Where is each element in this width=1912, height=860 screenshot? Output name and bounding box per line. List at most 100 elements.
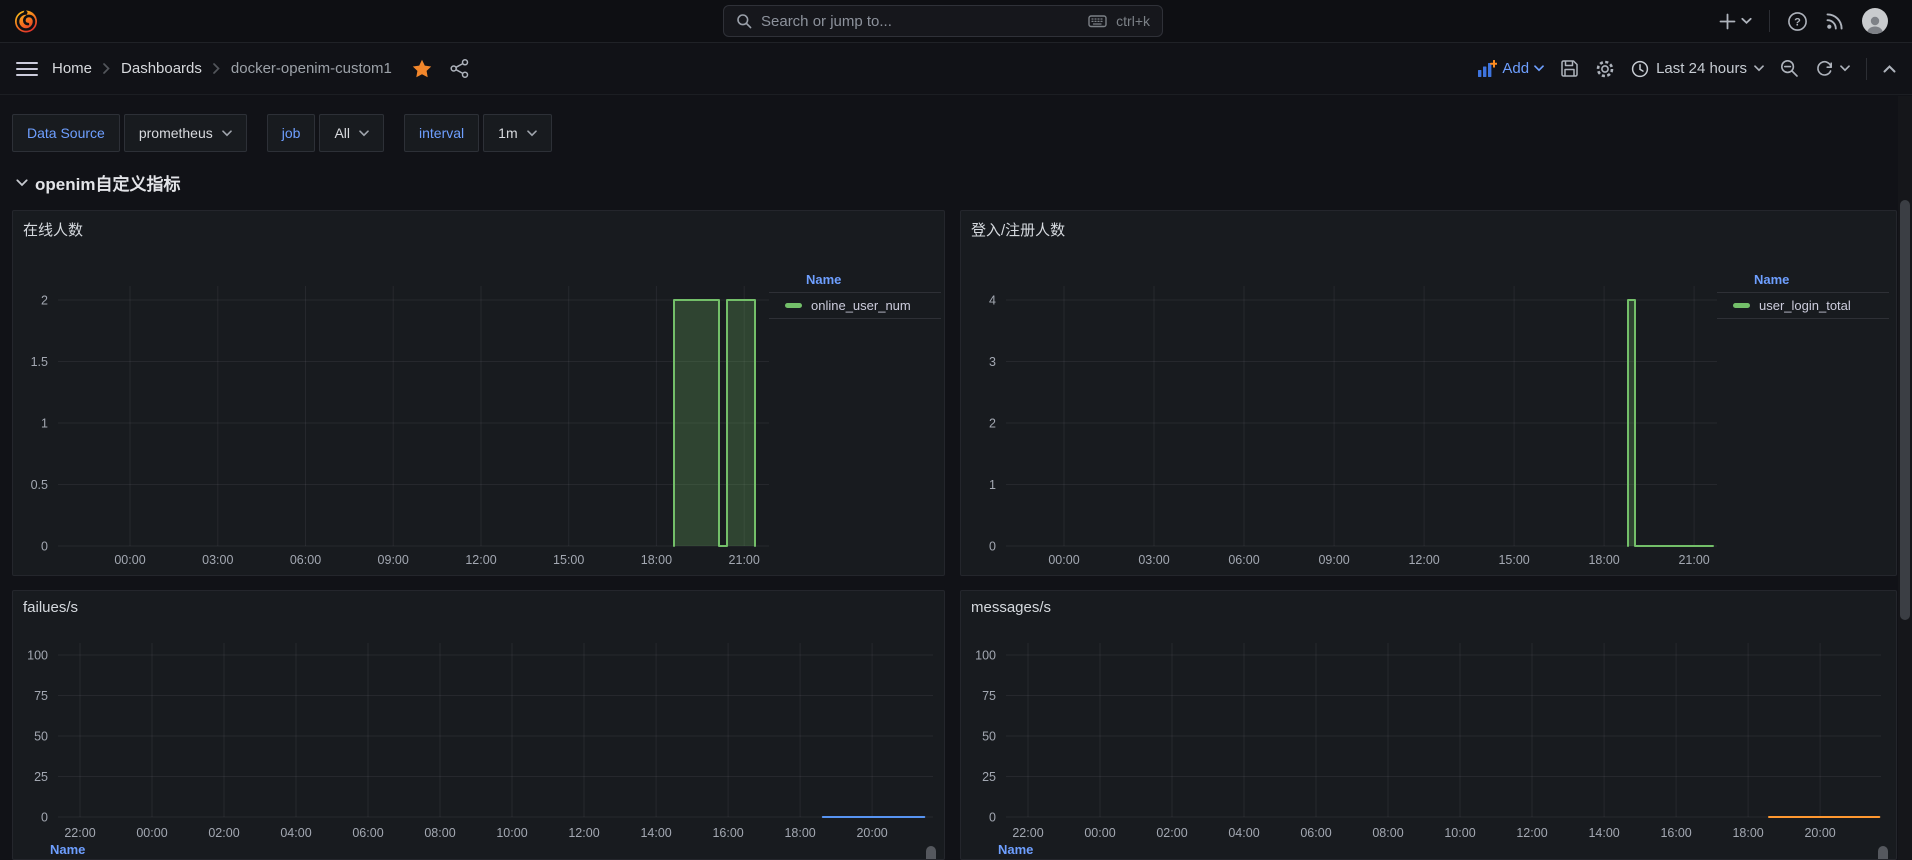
svg-text:04:00: 04:00 (1228, 826, 1259, 840)
variable-value-datasource[interactable]: prometheus (124, 114, 247, 152)
svg-text:25: 25 (982, 770, 996, 784)
dashboard-variables: Data Source prometheus job All interval … (12, 114, 552, 152)
save-dashboard-button[interactable] (1560, 59, 1579, 78)
row-title: openim自定义指标 (35, 170, 180, 195)
gear-icon (1595, 59, 1615, 79)
legend-item[interactable]: user_login_total (1717, 293, 1889, 319)
grafana-logo[interactable] (13, 8, 39, 34)
breadcrumb-home[interactable]: Home (52, 60, 92, 77)
svg-text:22:00: 22:00 (1012, 826, 1043, 840)
timeseries-chart-canvas[interactable]: 025507510022:0000:0002:0004:0006:0008:00… (961, 591, 1894, 859)
help-icon: ? (1787, 11, 1808, 32)
panel-messages-per-sec: messages/s 025507510022:0000:0002:0004:0… (960, 590, 1897, 860)
plus-icon (1719, 13, 1736, 30)
timeseries-chart-canvas[interactable]: 025507510022:0000:0002:0004:0006:0008:00… (13, 591, 945, 859)
legend-header[interactable]: Name (769, 267, 941, 293)
variable-job: job All (267, 114, 384, 152)
toolbar-right-actions: Add Last 24 hours (1477, 58, 1896, 80)
svg-text:00:00: 00:00 (1048, 553, 1079, 567)
svg-text:2: 2 (989, 417, 996, 431)
svg-text:03:00: 03:00 (1138, 553, 1169, 567)
panel-scrollbar-thumb[interactable] (1878, 846, 1888, 860)
svg-text:100: 100 (27, 649, 48, 663)
refresh-interval-dropdown[interactable] (1840, 65, 1850, 72)
legend-item-label: online_user_num (811, 298, 911, 313)
svg-text:22:00: 22:00 (64, 826, 95, 840)
variable-label-interval: interval (404, 114, 479, 152)
svg-text:75: 75 (34, 689, 48, 703)
variable-value-job[interactable]: All (319, 114, 384, 152)
news-button[interactable] (1825, 11, 1845, 31)
star-icon (412, 59, 432, 78)
user-avatar[interactable] (1862, 8, 1888, 34)
svg-text:14:00: 14:00 (1588, 826, 1619, 840)
svg-text:18:00: 18:00 (1732, 826, 1763, 840)
favorite-star-button[interactable] (412, 59, 432, 78)
time-range-picker[interactable]: Last 24 hours (1631, 60, 1764, 78)
svg-text:12:00: 12:00 (1408, 553, 1439, 567)
svg-text:06:00: 06:00 (352, 826, 383, 840)
panel-scrollbar-thumb[interactable] (926, 846, 936, 860)
svg-text:25: 25 (34, 770, 48, 784)
svg-text:0: 0 (989, 811, 996, 825)
dashboard-settings-button[interactable] (1595, 59, 1615, 79)
panel-title[interactable]: 在线人数 (13, 219, 83, 240)
variable-label-job: job (267, 114, 316, 152)
svg-text:50: 50 (34, 730, 48, 744)
legend-item-label: user_login_total (1759, 298, 1851, 313)
svg-text:0: 0 (41, 811, 48, 825)
mega-menu-button[interactable] (16, 61, 38, 77)
collapse-toolbar-button[interactable] (1883, 64, 1896, 73)
add-panel-button[interactable]: Add (1477, 60, 1544, 78)
svg-text:18:00: 18:00 (641, 553, 672, 567)
svg-text:15:00: 15:00 (1498, 553, 1529, 567)
nav-divider (1769, 10, 1770, 32)
legend-header[interactable]: Name (998, 842, 1033, 857)
refresh-icon (1815, 59, 1834, 78)
variable-interval: interval 1m (404, 114, 552, 152)
svg-text:21:00: 21:00 (1678, 553, 1709, 567)
timeseries-chart-canvas[interactable]: 0123400:0003:0006:0009:0012:0015:0018:00… (961, 211, 1717, 571)
breadcrumb: Home Dashboards docker-openim-custom1 (52, 60, 392, 77)
panel-title[interactable]: 登入/注册人数 (961, 219, 1065, 240)
svg-text:02:00: 02:00 (1156, 826, 1187, 840)
svg-text:16:00: 16:00 (712, 826, 743, 840)
refresh-button[interactable] (1815, 59, 1834, 78)
share-dashboard-button[interactable] (450, 59, 469, 78)
help-button[interactable]: ? (1787, 11, 1808, 32)
svg-text:12:00: 12:00 (465, 553, 496, 567)
chevron-down-icon (1534, 65, 1544, 72)
svg-text:75: 75 (982, 689, 996, 703)
svg-text:02:00: 02:00 (208, 826, 239, 840)
page-scrollbar-thumb[interactable] (1900, 200, 1910, 620)
panel-legend: Name online_user_num (769, 267, 941, 319)
zoom-out-time-button[interactable] (1780, 59, 1799, 78)
timeseries-chart-canvas[interactable]: 00.511.5200:0003:0006:0009:0012:0015:001… (13, 211, 769, 571)
person-icon (1864, 14, 1886, 34)
panel-title[interactable]: messages/s (961, 599, 1051, 616)
legend-header[interactable]: Name (1717, 267, 1889, 293)
graph-bar-add-icon (1477, 60, 1497, 78)
new-menu-button[interactable] (1719, 13, 1752, 30)
search-input[interactable]: Search or jump to... ctrl+k (723, 5, 1163, 37)
share-icon (450, 59, 469, 78)
breadcrumb-dashboards[interactable]: Dashboards (121, 60, 202, 77)
variable-value-interval[interactable]: 1m (483, 114, 551, 152)
legend-header[interactable]: Name (50, 842, 85, 857)
breadcrumb-current-dashboard: docker-openim-custom1 (231, 60, 392, 77)
chevron-down-icon (1741, 17, 1752, 25)
svg-text:1.5: 1.5 (31, 355, 48, 369)
dashboard-toolbar: Home Dashboards docker-openim-custom1 (0, 43, 1912, 95)
svg-text:?: ? (1794, 16, 1801, 28)
row-openim-custom-metrics[interactable]: openim自定义指标 (16, 170, 180, 195)
svg-text:04:00: 04:00 (280, 826, 311, 840)
chevron-down-icon (1840, 65, 1850, 72)
svg-text:03:00: 03:00 (202, 553, 233, 567)
svg-text:20:00: 20:00 (856, 826, 887, 840)
svg-text:00:00: 00:00 (136, 826, 167, 840)
svg-text:10:00: 10:00 (1444, 826, 1475, 840)
panel-title[interactable]: failues/s (13, 599, 78, 616)
search-placeholder: Search or jump to... (761, 13, 1079, 30)
page-scrollbar-track[interactable] (1898, 96, 1912, 860)
legend-item[interactable]: online_user_num (769, 293, 941, 319)
